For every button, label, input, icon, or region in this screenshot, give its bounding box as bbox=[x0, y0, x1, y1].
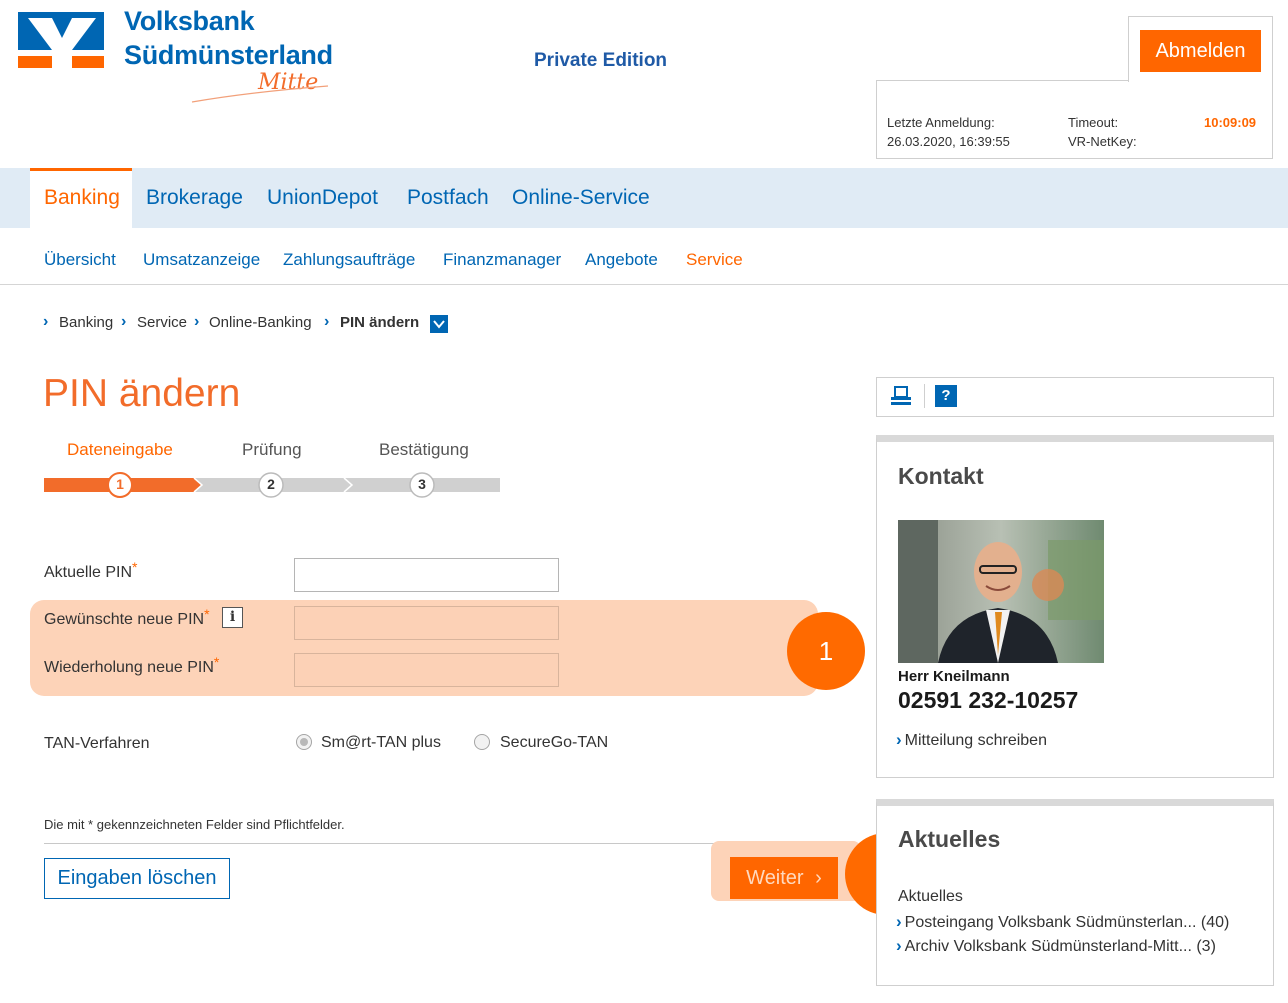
news-subtitle: Aktuelles bbox=[898, 888, 963, 905]
sub-nav-angebote[interactable]: Angebote bbox=[585, 250, 658, 270]
required-asterisk: * bbox=[132, 559, 138, 575]
current-pin-label-text: Aktuelle PIN bbox=[44, 564, 133, 581]
chevron-right-icon: › bbox=[896, 936, 902, 955]
repeat-pin-input[interactable] bbox=[294, 653, 559, 687]
contact-title: Kontakt bbox=[898, 463, 984, 489]
current-pin-label: Aktuelle PIN* bbox=[44, 559, 138, 582]
required-asterisk: * bbox=[213, 654, 220, 670]
tan-option-securego-radio[interactable] bbox=[474, 734, 490, 750]
page-title: PIN ändern bbox=[43, 372, 241, 415]
netkey-label: VR-NetKey: bbox=[1068, 134, 1137, 149]
current-pin-input[interactable] bbox=[294, 558, 559, 592]
next-button[interactable]: Weiter › bbox=[730, 857, 838, 899]
breadcrumb-dropdown-icon[interactable] bbox=[430, 315, 448, 333]
step-number-2: 2 bbox=[267, 476, 275, 492]
sub-nav-divider bbox=[0, 284, 1288, 285]
chevron-right-icon: › bbox=[324, 313, 330, 330]
required-asterisk: * bbox=[204, 606, 210, 622]
breadcrumb-current: PIN ändern bbox=[340, 314, 420, 331]
repeat-pin-label: Wiederholung neue PIN* bbox=[44, 654, 219, 677]
sub-nav-uebersicht[interactable]: Übersicht bbox=[44, 250, 116, 270]
brand-swoosh bbox=[191, 85, 329, 103]
required-fields-note: Die mit * gekennzeichneten Felder sind P… bbox=[44, 817, 345, 832]
new-pin-input[interactable] bbox=[294, 606, 559, 640]
news-item-inbox[interactable]: › Posteingang Volksbank Südmünsterlan... … bbox=[896, 912, 1229, 932]
main-nav: Banking Brokerage UnionDepot Postfach On… bbox=[0, 168, 1288, 228]
step-number-1: 1 bbox=[116, 476, 124, 492]
repeat-pin-label-text: Wiederholung neue PIN bbox=[44, 659, 214, 676]
main-nav-postfach[interactable]: Postfach bbox=[407, 186, 489, 210]
breadcrumb-banking[interactable]: Banking bbox=[59, 314, 113, 331]
tan-method-label: TAN-Verfahren bbox=[44, 735, 150, 752]
chevron-right-icon: › bbox=[194, 313, 200, 330]
tan-option-smart-tan-radio[interactable] bbox=[296, 734, 312, 750]
breadcrumb-service[interactable]: Service bbox=[137, 314, 187, 331]
logout-button[interactable]: Abmelden bbox=[1140, 30, 1261, 72]
chevron-right-icon: › bbox=[121, 313, 127, 330]
breadcrumb-online-banking[interactable]: Online-Banking bbox=[209, 314, 312, 331]
sub-nav-finanzmanager[interactable]: Finanzmanager bbox=[443, 250, 561, 270]
advisor-photo bbox=[898, 520, 1104, 663]
last-login-label: Letzte Anmeldung: bbox=[887, 115, 995, 130]
main-nav-uniondepot[interactable]: UnionDepot bbox=[267, 186, 378, 210]
advisor-phone: 02591 232-10257 bbox=[898, 687, 1079, 713]
tools-divider bbox=[924, 384, 925, 408]
new-pin-label: Gewünschte neue PIN* bbox=[44, 606, 210, 629]
chevron-right-icon: › bbox=[896, 912, 902, 931]
sub-nav-service[interactable]: Service bbox=[686, 250, 743, 270]
news-title: Aktuelles bbox=[898, 826, 1001, 852]
sub-nav-zahlungsauftraege[interactable]: Zahlungsaufträge bbox=[283, 250, 415, 270]
tan-option-securego-label[interactable]: SecureGo-TAN bbox=[500, 734, 608, 752]
tan-option-smart-tan-label[interactable]: Sm@rt-TAN plus bbox=[321, 734, 441, 752]
last-login-value: 26.03.2020, 16:39:55 bbox=[887, 134, 1010, 149]
write-message-label: Mitteilung schreiben bbox=[904, 732, 1047, 749]
brand-name: Volksbank bbox=[124, 6, 255, 36]
timeout-label: Timeout: bbox=[1068, 115, 1119, 130]
step-label-2: Prüfung bbox=[242, 440, 302, 459]
help-icon[interactable]: ? bbox=[935, 385, 957, 407]
session-divider bbox=[876, 80, 1129, 81]
news-item-archive[interactable]: › Archiv Volksbank Südmünsterland-Mitt...… bbox=[896, 936, 1216, 956]
next-button-label: Weiter bbox=[746, 867, 804, 889]
chevron-right-icon: › bbox=[43, 313, 49, 330]
main-nav-online-service[interactable]: Online-Service bbox=[512, 186, 650, 210]
brand-region: Südmünsterland bbox=[124, 40, 333, 70]
new-pin-label-text: Gewünschte neue PIN bbox=[44, 611, 205, 628]
clear-inputs-button[interactable]: Eingaben löschen bbox=[44, 858, 230, 899]
main-nav-brokerage[interactable]: Brokerage bbox=[146, 186, 243, 210]
news-item-inbox-label: Posteingang Volksbank Südmünsterlan... (… bbox=[904, 914, 1230, 931]
step-number-3: 3 bbox=[418, 476, 426, 492]
edition-label: Private Edition bbox=[534, 50, 668, 71]
print-icon[interactable] bbox=[890, 385, 912, 407]
step-label-1: Dateneingabe bbox=[67, 440, 173, 459]
sub-nav-umsatzanzeige[interactable]: Umsatzanzeige bbox=[143, 250, 260, 270]
news-item-archive-label: Archiv Volksbank Südmünsterland-Mitt... … bbox=[904, 938, 1216, 955]
annotation-badge-1: 1 bbox=[787, 612, 865, 690]
chevron-right-icon: › bbox=[896, 730, 902, 749]
volksbank-logo bbox=[18, 12, 104, 68]
chevron-right-icon: › bbox=[815, 867, 822, 889]
advisor-name: Herr Kneilmann bbox=[898, 668, 1010, 685]
write-message-link[interactable]: › Mitteilung schreiben bbox=[896, 730, 1047, 750]
step-label-3: Bestätigung bbox=[379, 440, 469, 459]
timeout-value: 10:09:09 bbox=[1204, 115, 1257, 130]
info-icon[interactable]: i bbox=[222, 607, 243, 628]
main-nav-banking[interactable]: Banking bbox=[44, 186, 120, 210]
